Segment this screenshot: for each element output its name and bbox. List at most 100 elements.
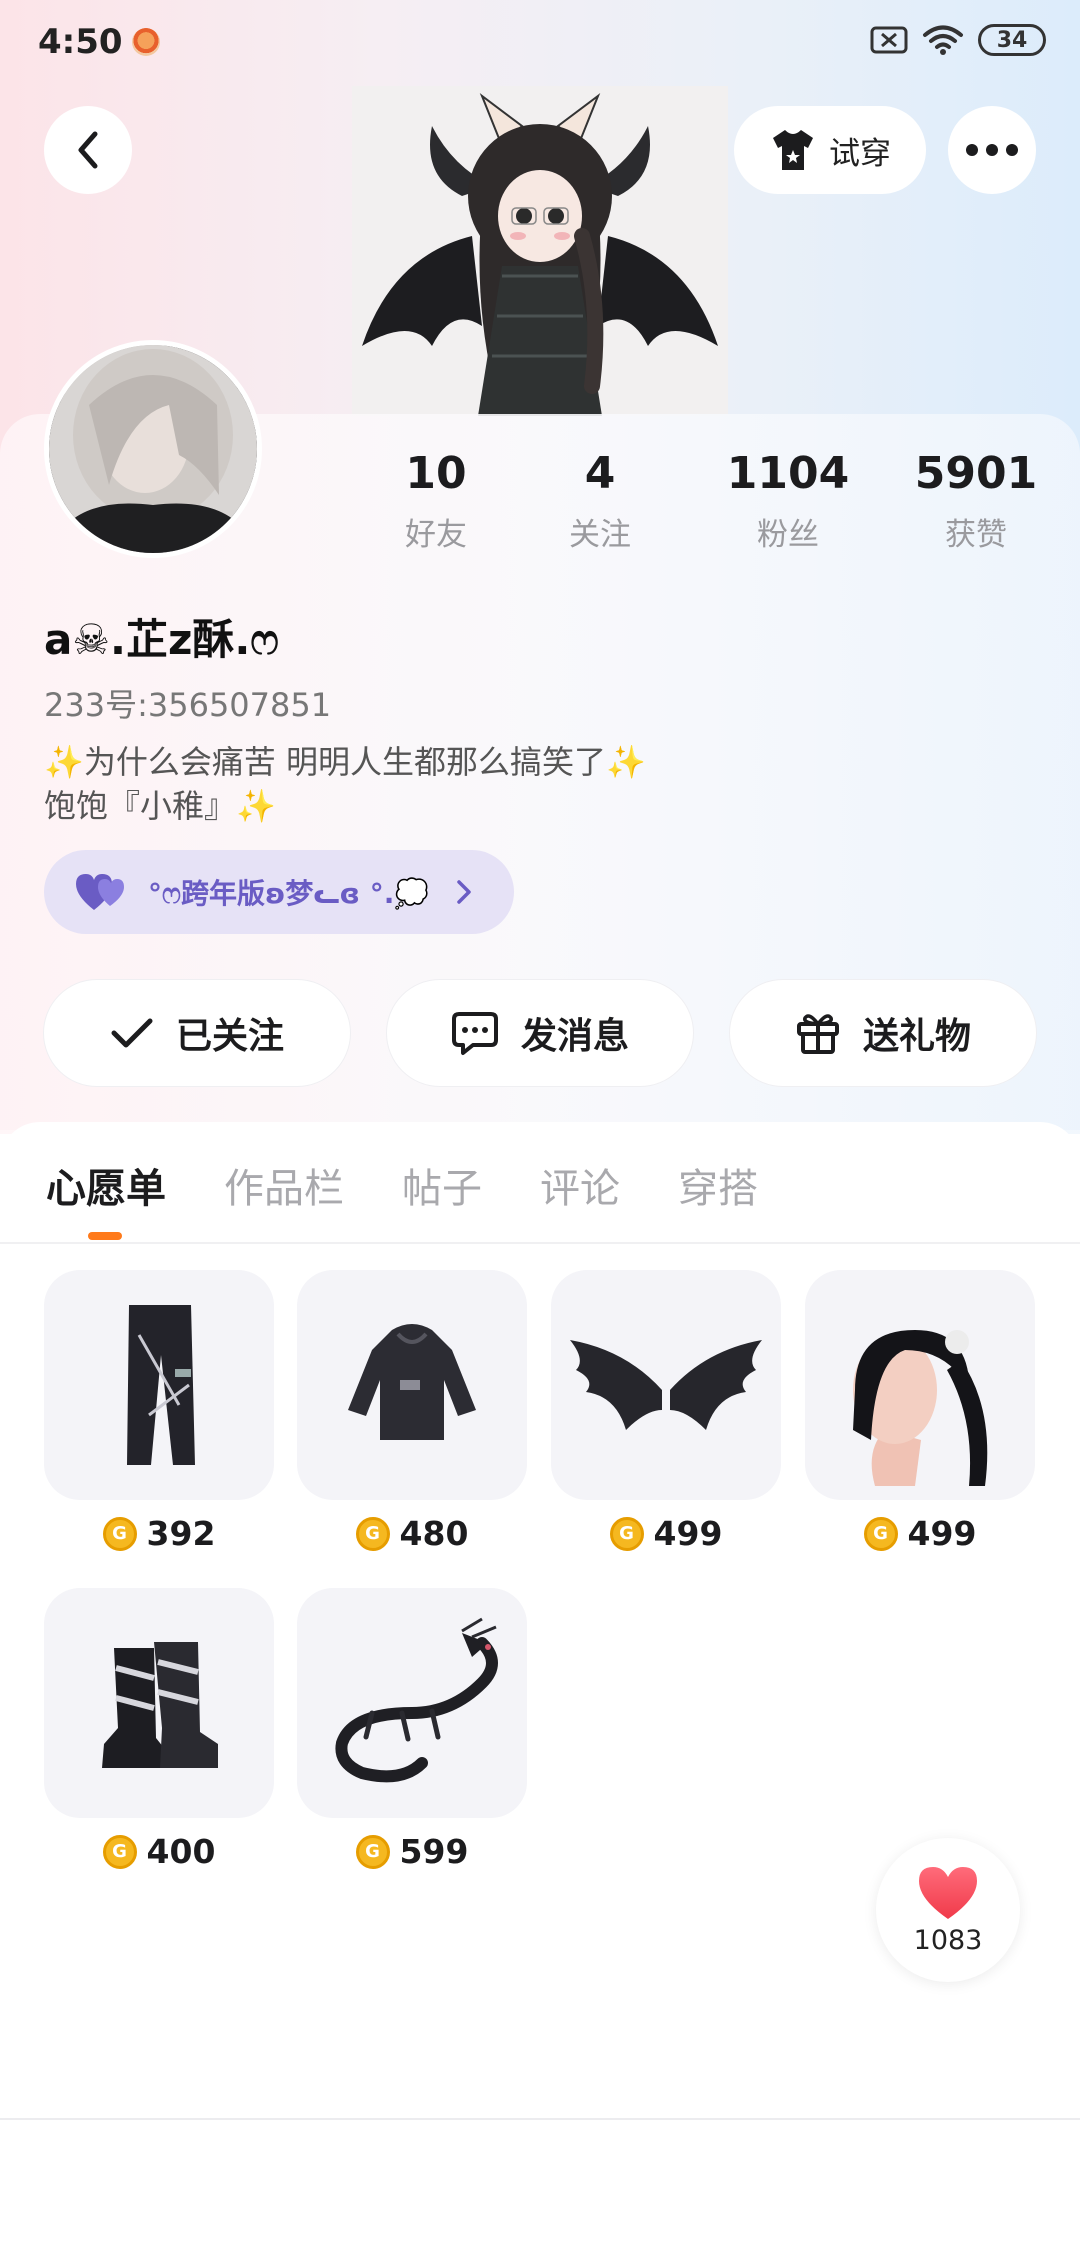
- item-price: G 599: [297, 1832, 527, 1871]
- item-price: G 499: [805, 1514, 1035, 1553]
- stat-value: 1104: [726, 448, 850, 499]
- tab-outfits[interactable]: 穿搭: [678, 1156, 758, 1214]
- follow-button[interactable]: 已关注: [44, 980, 350, 1086]
- item-price-value: 499: [907, 1514, 977, 1553]
- username: a☠.芷z酥.ෆ: [44, 615, 279, 664]
- chat-bubble-icon: [451, 1012, 498, 1055]
- item-price-value: 392: [146, 1514, 216, 1553]
- item-thumbnail: [551, 1270, 781, 1500]
- back-button[interactable]: [44, 106, 132, 194]
- item-price: G 480: [297, 1514, 527, 1553]
- notification-icon: [132, 28, 160, 56]
- ponytail-hair-icon: [853, 1330, 988, 1486]
- bio-line-1-text: 为什么会痛苦 明明人生都那么搞笑了: [83, 743, 607, 781]
- action-row: 已关注 发消息 送礼物: [44, 980, 1036, 1086]
- hoodie-icon: [348, 1324, 476, 1440]
- item-thumbnail: [805, 1270, 1035, 1500]
- stat-value: 4: [584, 448, 616, 499]
- gift-icon: [796, 1014, 839, 1054]
- try-on-label: 试穿: [829, 135, 891, 172]
- stat-value: 10: [405, 448, 467, 499]
- wishlist-item[interactable]: G 499: [805, 1270, 1035, 1553]
- tab-bar: 心愿单 作品栏 帖子 评论 穿搭: [46, 1156, 758, 1214]
- coin-icon: G: [355, 1516, 390, 1551]
- item-price: G 499: [551, 1514, 781, 1553]
- bio-line-2: 饱饱『小稚』✨: [44, 784, 646, 828]
- group-tag-pill[interactable]: °ෆ跨年版ʚ梦ᓚɞ °.💭: [44, 850, 514, 934]
- coin-icon: G: [863, 1516, 898, 1551]
- message-button[interactable]: 发消息: [387, 980, 693, 1086]
- avatar-figure-image[interactable]: [352, 86, 728, 416]
- follow-label: 已关注: [175, 1016, 284, 1057]
- item-price-value: 599: [399, 1832, 469, 1871]
- item-price: G 392: [44, 1514, 274, 1553]
- stat-friends[interactable]: 10 好友: [356, 448, 516, 554]
- wishlist-item[interactable]: G 599: [297, 1588, 527, 1871]
- item-thumbnail: [297, 1588, 527, 1818]
- wishlist-item[interactable]: G 499: [551, 1270, 781, 1553]
- sparkle-icon: ✨: [236, 787, 276, 825]
- user-id[interactable]: 233号:356507851: [44, 680, 331, 726]
- stat-following[interactable]: 4 关注: [520, 448, 680, 554]
- bio-line-2-text: 饱饱『小稚』: [44, 787, 237, 825]
- heart-icon: [76, 874, 124, 910]
- wifi-icon: [923, 25, 963, 55]
- bottom-divider: [0, 2118, 1080, 2120]
- chevron-right-icon: [457, 880, 471, 904]
- sparkle-icon: ✨: [606, 743, 646, 781]
- more-dots-icon: [966, 144, 1018, 156]
- stat-likes[interactable]: 5901 获赞: [896, 448, 1056, 554]
- tab-posts[interactable]: 帖子: [402, 1156, 482, 1214]
- battery-indicator: 34: [978, 24, 1046, 56]
- active-tab-indicator: [88, 1232, 122, 1240]
- item-price: G 400: [44, 1832, 274, 1871]
- sim-off-icon: [870, 26, 908, 54]
- status-icons: 34: [870, 24, 1046, 56]
- item-price-value: 480: [399, 1514, 469, 1553]
- wings-icon: [570, 1340, 762, 1430]
- item-thumbnail: [297, 1270, 527, 1500]
- like-button[interactable]: 1083: [876, 1838, 1020, 1982]
- stat-label: 粉丝: [757, 517, 819, 553]
- status-time: 4:50: [38, 22, 123, 62]
- pants-icon: [127, 1305, 195, 1465]
- dragon-icon: [335, 1617, 498, 1783]
- try-on-button[interactable]: 试穿: [734, 106, 926, 194]
- message-label: 发消息: [520, 1016, 629, 1057]
- coin-icon: G: [102, 1834, 137, 1869]
- tab-wishlist[interactable]: 心愿单: [46, 1156, 166, 1214]
- wishlist-item[interactable]: G 392: [44, 1270, 274, 1553]
- tab-comments[interactable]: 评论: [540, 1156, 620, 1214]
- back-arrow-icon: [78, 131, 98, 169]
- check-icon: [111, 1018, 153, 1048]
- item-thumbnail: [44, 1270, 274, 1500]
- tab-works[interactable]: 作品栏: [224, 1156, 344, 1214]
- more-button[interactable]: [948, 106, 1036, 194]
- avatar-figure-art: [352, 86, 728, 416]
- divider: [0, 1242, 1080, 1244]
- avatar-photo: [49, 345, 257, 553]
- item-thumbnail: [44, 1588, 274, 1818]
- stat-fans[interactable]: 1104 粉丝: [708, 448, 868, 554]
- stat-label: 关注: [569, 517, 631, 553]
- item-price-value: 499: [653, 1514, 723, 1553]
- stat-value: 5901: [914, 448, 1038, 499]
- send-gift-button[interactable]: 送礼物: [730, 980, 1036, 1086]
- like-count: 1083: [913, 1924, 983, 1956]
- wishlist-item[interactable]: G 400: [44, 1588, 274, 1871]
- boots-icon: [102, 1642, 218, 1768]
- wishlist-item[interactable]: G 480: [297, 1270, 527, 1553]
- avatar[interactable]: [44, 340, 262, 558]
- tshirt-icon: [773, 130, 813, 170]
- stat-label: 获赞: [945, 517, 1007, 553]
- coin-icon: G: [355, 1834, 390, 1869]
- battery-level: 34: [996, 27, 1028, 53]
- stat-label: 好友: [405, 517, 467, 553]
- heart-icon: [919, 1866, 977, 1919]
- item-price-value: 400: [146, 1832, 216, 1871]
- coin-icon: G: [102, 1516, 137, 1551]
- bio: ✨为什么会痛苦 明明人生都那么搞笑了✨ 饱饱『小稚』✨: [44, 740, 646, 828]
- coin-icon: G: [609, 1516, 644, 1551]
- sparkle-icon: ✨: [44, 743, 84, 781]
- bio-line-1: ✨为什么会痛苦 明明人生都那么搞笑了✨: [44, 740, 646, 784]
